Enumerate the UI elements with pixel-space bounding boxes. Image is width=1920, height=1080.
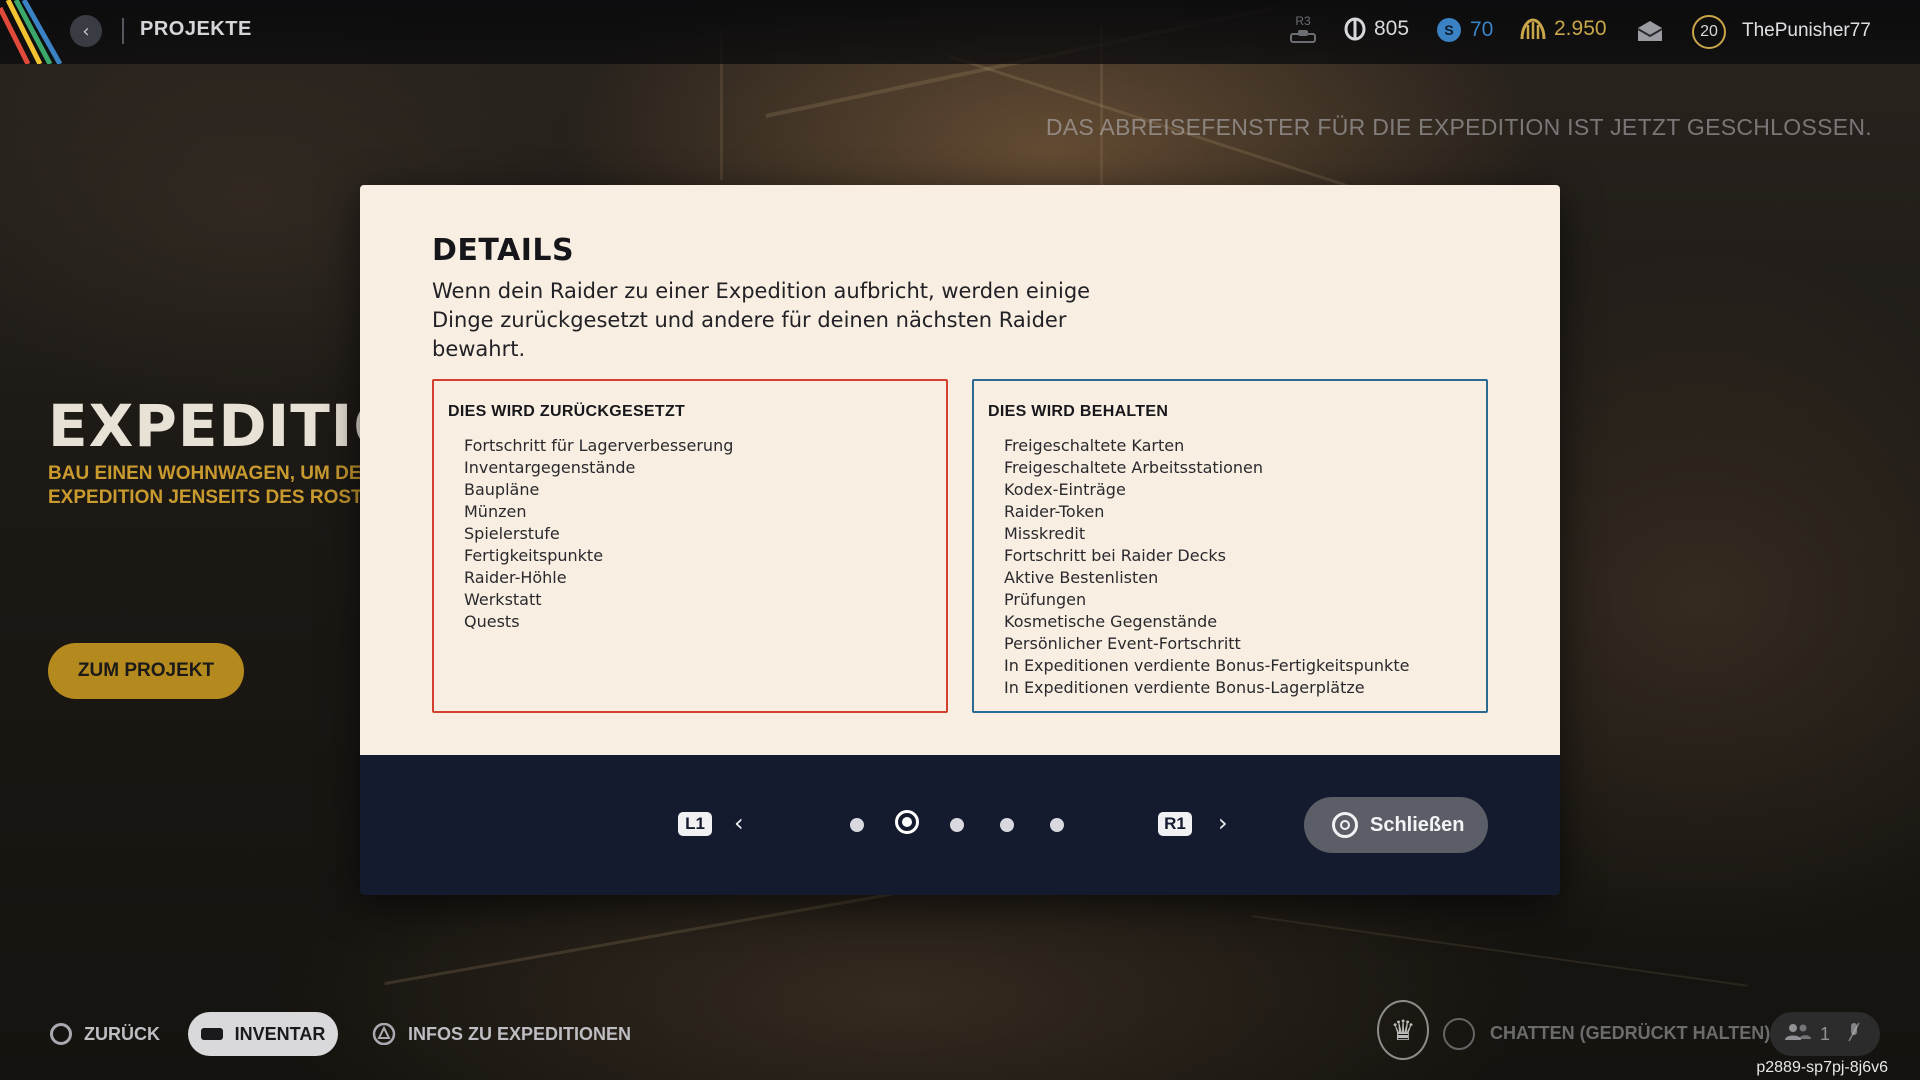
- expedition-window-notice: DAS ABREISEFENSTER FÜR DIE EXPEDITION IS…: [1045, 114, 1872, 140]
- coins-value: 805: [1374, 17, 1410, 40]
- triangle-button-icon: [372, 1023, 396, 1045]
- list-item: In Expeditionen verdiente Bonus-Fertigke…: [1004, 656, 1410, 675]
- list-item: Münzen: [464, 502, 527, 521]
- currency-coins: 805: [1344, 17, 1409, 41]
- list-item: Baupläne: [464, 480, 540, 499]
- microphone-muted-icon: [1848, 1022, 1860, 1047]
- back-hint-label: ZURÜCK: [84, 1023, 160, 1044]
- currency-crest: 2.950: [1520, 17, 1607, 41]
- party-count: 1: [1820, 1023, 1831, 1044]
- page-dot-active[interactable]: [895, 810, 919, 834]
- circle-button-icon: [50, 1023, 72, 1045]
- list-item: Quests: [464, 612, 520, 631]
- crest-icon: [1520, 17, 1546, 41]
- chevron-left-icon: ‹: [82, 20, 90, 42]
- page-dot[interactable]: [950, 818, 964, 832]
- modal-description: Wenn dein Raider zu einer Expedition auf…: [432, 279, 1091, 361]
- reset-list-title: DIES WIRD ZURÜCKGESETZT: [448, 403, 686, 420]
- r1-button-glyph[interactable]: R1: [1158, 812, 1192, 836]
- list-item: Spielerstufe: [464, 524, 560, 543]
- background-beam: [1252, 915, 1748, 987]
- svg-text:S: S: [1444, 22, 1453, 38]
- crest-value: 2.950: [1554, 17, 1607, 40]
- chat-hint[interactable]: CHATTEN (GEDRÜCKT HALTEN): [1490, 1023, 1770, 1044]
- stick-icon: [1290, 30, 1316, 43]
- party-icon: [1784, 1023, 1812, 1046]
- r3-button-glyph: R3: [1290, 14, 1316, 43]
- game-screen: ‹ PROJEKTE R3 805 S 70 2.950 20 ThePunis…: [0, 0, 1920, 1080]
- microphone-icon[interactable]: [1443, 1018, 1475, 1050]
- list-item: Freigeschaltete Arbeitsstationen: [1004, 458, 1264, 477]
- player-level-badge: 20: [1692, 15, 1726, 49]
- list-item: Raider-Höhle: [464, 568, 567, 587]
- modal-navigation-bar: L1 ‹ R1 › Schließen: [360, 755, 1560, 895]
- coin-icon: [1344, 17, 1366, 41]
- list-item: In Expeditionen verdiente Bonus-Lagerplä…: [1004, 678, 1365, 697]
- list-item: Freigeschaltete Karten: [1004, 436, 1185, 455]
- list-item: Aktive Bestenlisten: [1004, 568, 1159, 587]
- mail-icon[interactable]: [1637, 20, 1663, 42]
- details-modal: DETAILS Wenn dein Raider zu einer Expedi…: [360, 185, 1560, 895]
- raider-emblem-icon: ♛: [1377, 1000, 1429, 1060]
- build-id: p2889-sp7pj-8j6v6: [1756, 1059, 1888, 1076]
- expedition-info-hint[interactable]: INFOS ZU EXPEDITIONEN: [372, 1023, 631, 1045]
- list-item: Kodex-Einträge: [1004, 480, 1126, 499]
- list-item: Fortschritt für Lagerverbesserung: [464, 436, 734, 455]
- back-arrow-button[interactable]: ‹: [70, 15, 102, 47]
- page-indicator: [850, 809, 1070, 841]
- currency-tokens: S 70: [1436, 17, 1493, 43]
- list-item: Fortschritt bei Raider Decks: [1004, 546, 1226, 565]
- username[interactable]: ThePunisher77: [1742, 20, 1871, 42]
- inventory-button[interactable]: INVENTAR: [188, 1012, 338, 1056]
- list-item: Misskredit: [1004, 524, 1086, 543]
- list-item: Raider-Token: [1004, 502, 1105, 521]
- modal-title: DETAILS: [432, 233, 575, 268]
- chevron-right-icon[interactable]: ›: [1218, 809, 1228, 837]
- party-indicator[interactable]: 1: [1770, 1012, 1880, 1056]
- keep-list: Freigeschaltete Karten Freigeschaltete A…: [988, 435, 1472, 699]
- to-project-button[interactable]: ZUM PROJEKT: [48, 643, 244, 699]
- modal-content: DETAILS Wenn dein Raider zu einer Expedi…: [360, 185, 1560, 755]
- circle-button-icon: [1332, 812, 1358, 838]
- top-divider: [122, 18, 124, 44]
- reset-list: Fortschritt für Lagerverbesserung Invent…: [448, 435, 932, 633]
- l1-button-glyph[interactable]: L1: [678, 812, 712, 836]
- top-bar: ‹ PROJEKTE R3 805 S 70 2.950 20 ThePunis…: [0, 0, 1920, 64]
- list-item: Persönlicher Event-Fortschritt: [1004, 634, 1241, 653]
- chevron-left-icon[interactable]: ‹: [734, 809, 744, 837]
- r3-label: R3: [1295, 14, 1311, 28]
- list-item: Prüfungen: [1004, 590, 1087, 609]
- page-dot[interactable]: [850, 818, 864, 832]
- keep-list-title: DIES WIRD BEHALTEN: [988, 403, 1169, 420]
- back-hint[interactable]: ZURÜCK: [50, 1023, 160, 1045]
- keep-list-box: DIES WIRD BEHALTEN Freigeschaltete Karte…: [972, 379, 1488, 713]
- list-item: Kosmetische Gegenstände: [1004, 612, 1218, 631]
- section-title: PROJEKTE: [140, 18, 252, 40]
- close-label: Schließen: [1370, 813, 1465, 836]
- list-item: Werkstatt: [464, 590, 542, 609]
- touchpad-icon: [200, 1028, 223, 1040]
- page-dot[interactable]: [1050, 818, 1064, 832]
- close-button[interactable]: Schließen: [1304, 797, 1488, 853]
- page-dot[interactable]: [1000, 818, 1014, 832]
- inventory-label: INVENTAR: [234, 1023, 326, 1044]
- list-item: Fertigkeitspunkte: [464, 546, 604, 565]
- reset-list-box: DIES WIRD ZURÜCKGESETZT Fortschritt für …: [432, 379, 948, 713]
- expedition-info-label: INFOS ZU EXPEDITIONEN: [408, 1023, 632, 1044]
- token-icon: S: [1436, 17, 1462, 43]
- list-item: Inventargegenstände: [464, 458, 636, 477]
- game-logo-stripes-icon: [0, 0, 63, 64]
- tokens-value: 70: [1470, 18, 1494, 41]
